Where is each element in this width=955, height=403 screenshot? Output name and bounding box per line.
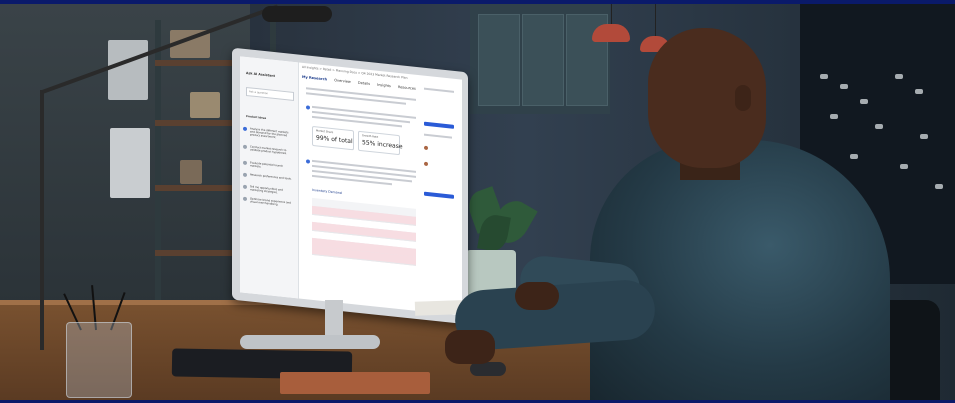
ask-input-placeholder: Ask a question xyxy=(249,90,269,96)
bullet-icon xyxy=(243,196,247,202)
assistant-sidebar: Ask AI Assistant Ask a question Product … xyxy=(240,56,299,299)
mouse xyxy=(470,362,506,376)
desk-lamp-pole xyxy=(40,90,44,350)
assistant-icon xyxy=(306,159,310,164)
cabinet-door xyxy=(522,14,564,106)
tab-details[interactable]: Details xyxy=(358,81,370,86)
monitor-stand-neck xyxy=(325,300,343,338)
metric-card: Market Share 99% of total xyxy=(312,125,354,151)
shelf-box xyxy=(180,160,202,184)
wall-picture xyxy=(110,128,150,198)
photo-scene: Ask AI Assistant Ask a question Product … xyxy=(0,0,955,403)
person-torso xyxy=(590,140,890,403)
person-ear xyxy=(735,85,751,111)
avatar xyxy=(424,145,428,151)
assistant-icon xyxy=(306,105,310,110)
bullet-icon xyxy=(243,172,247,178)
monitor-stand-base xyxy=(240,335,380,349)
tab-insights[interactable]: Insights xyxy=(377,83,391,88)
pen-cup xyxy=(66,322,132,398)
pendant-cord xyxy=(655,4,656,36)
section-title: Product Ideas xyxy=(246,114,267,121)
sidebar-item[interactable]: Research preferences and tools. xyxy=(250,173,294,181)
tab-overview[interactable]: Overview xyxy=(334,78,350,84)
person-hand xyxy=(445,330,495,364)
pendant-lamp xyxy=(592,24,630,42)
sidebar-item[interactable]: Tell me opportunities and marketing stra… xyxy=(250,185,294,196)
upper-cabinet xyxy=(470,4,610,114)
notebook xyxy=(280,372,430,394)
bullet-icon xyxy=(243,126,247,132)
metric-card: Growth Rate 55% increase xyxy=(358,130,403,156)
sidebar-item[interactable]: Analyze the different markets and demand… xyxy=(250,127,294,141)
tab-resources[interactable]: Resources xyxy=(398,85,416,91)
sidebar-item[interactable]: Evaluate potential launch markets. xyxy=(250,161,294,172)
tab-my-research[interactable]: My Research xyxy=(302,75,327,82)
text-line xyxy=(424,133,452,139)
metric-label: Growth Rate xyxy=(362,134,379,139)
metric-label: Market Share xyxy=(316,129,334,135)
sidebar-item[interactable]: Conduct market research to validate prod… xyxy=(250,145,294,156)
bullet-icon xyxy=(243,184,247,190)
wall-picture xyxy=(108,40,148,100)
shelf-box xyxy=(190,92,220,118)
table-title: Inventory Demand xyxy=(312,187,342,196)
avatar xyxy=(424,161,428,167)
ask-input[interactable]: Ask a question xyxy=(246,86,294,102)
text-line xyxy=(424,87,454,93)
metric-value: 55% increase xyxy=(362,139,403,151)
pendant-cord xyxy=(611,4,612,24)
metric-value: 99% of total xyxy=(316,134,353,146)
bullet-icon xyxy=(243,144,247,150)
desk-lamp-head xyxy=(262,6,332,22)
action-button[interactable] xyxy=(424,191,454,199)
right-panel xyxy=(422,81,460,225)
monitor-screen: Ask AI Assistant Ask a question Product … xyxy=(240,56,462,316)
bullet-icon xyxy=(243,160,247,166)
sidebar-title: Ask AI Assistant xyxy=(246,70,276,79)
person-hand xyxy=(515,282,559,310)
sidebar-item[interactable]: Optimize brand experience and visual mer… xyxy=(250,197,294,208)
action-button[interactable] xyxy=(424,121,454,129)
cabinet-door xyxy=(478,14,520,106)
